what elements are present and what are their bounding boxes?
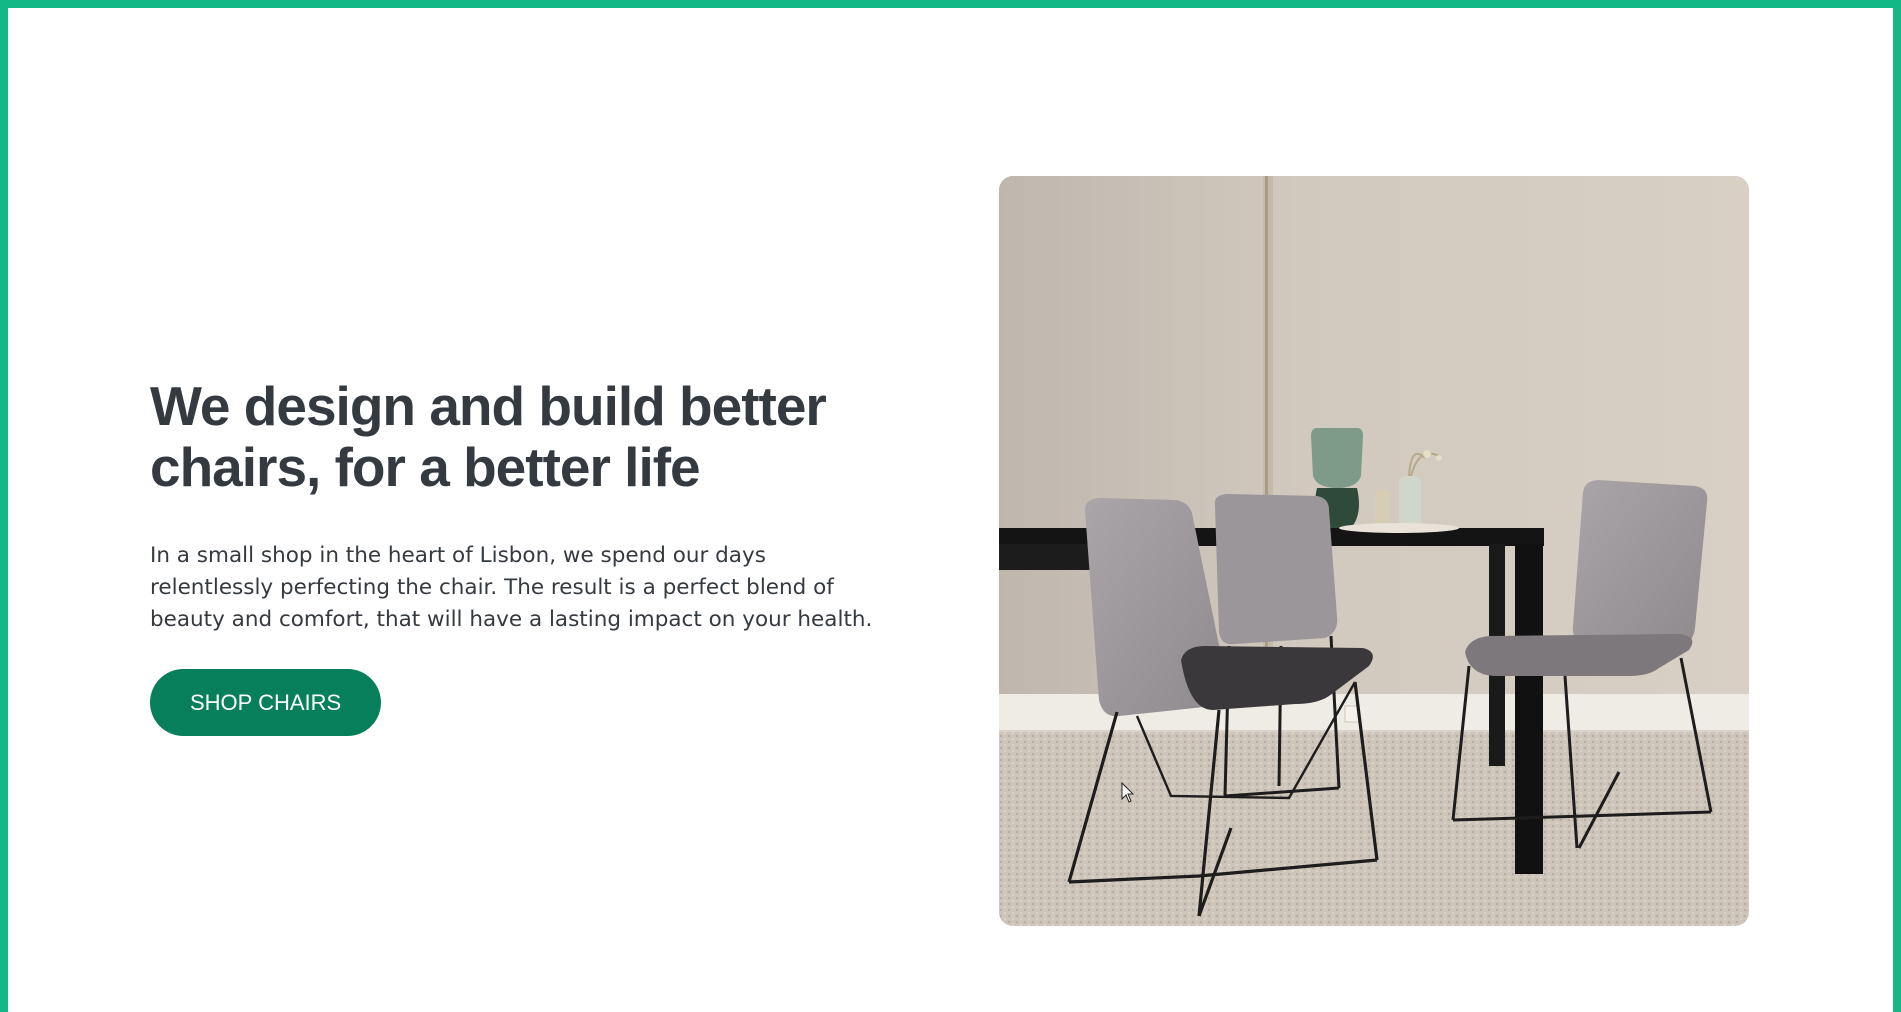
hero-title: We design and build better chairs, for a… <box>150 375 827 498</box>
hero-image <box>999 176 1749 926</box>
shop-chairs-button[interactable]: SHOP CHAIRS <box>150 669 382 736</box>
hero-section: We design and build better chairs, for a… <box>150 376 910 736</box>
mouse-cursor-icon <box>1121 781 1135 809</box>
hero-description: In a small shop in the heart of Lisbon, … <box>150 543 873 632</box>
